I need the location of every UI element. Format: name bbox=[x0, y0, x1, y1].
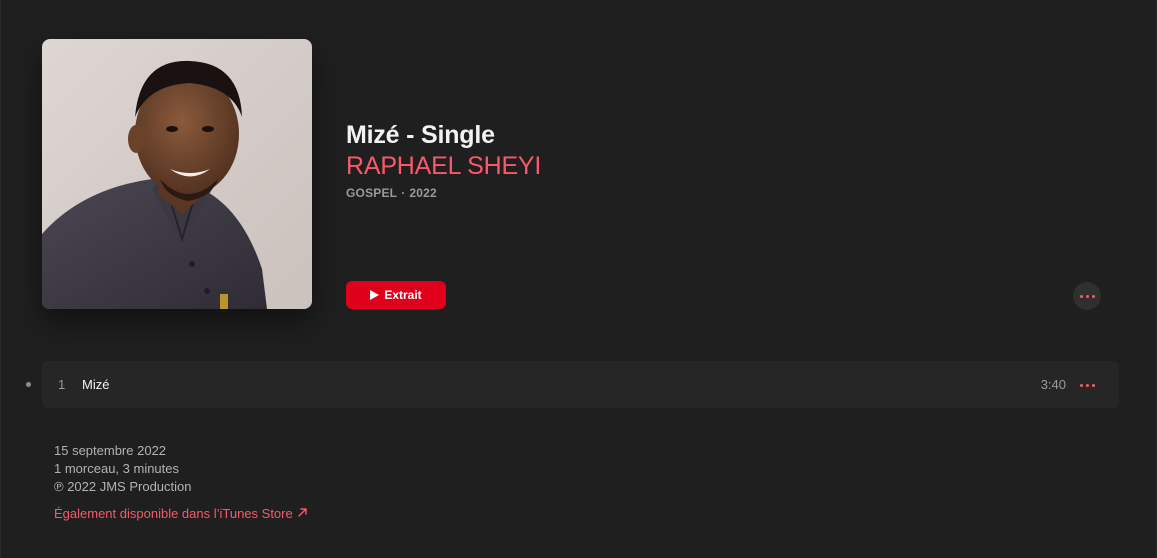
album-title: Mizé - Single bbox=[346, 121, 495, 149]
track-summary: 1 morceau, 3 minutes bbox=[54, 461, 180, 476]
play-icon bbox=[370, 290, 380, 300]
album-page: Mizé - Single RAPHAEL SHEYI GOSPEL · 2022 … bbox=[0, 0, 1157, 558]
artist-link[interactable]: RAPHAEL SHEYI bbox=[346, 152, 541, 181]
album-artwork[interactable] bbox=[42, 39, 312, 309]
release-date: 15 septembre 2022 bbox=[54, 443, 167, 458]
track-title[interactable]: Mizé bbox=[82, 377, 109, 392]
track-duration: 3:40 bbox=[1040, 377, 1066, 392]
year-label: 2022 bbox=[409, 186, 437, 200]
meta-separator: · bbox=[401, 186, 406, 200]
more-options-icon bbox=[1079, 294, 1095, 298]
copyright: ℗ 2022 JMS Production bbox=[54, 479, 192, 494]
itunes-store-link[interactable]: Également disponible dans l’iTunes Store bbox=[54, 506, 308, 521]
artist-portrait-artwork bbox=[42, 39, 312, 309]
preview-button-label: Extrait bbox=[384, 288, 422, 302]
now-playing-indicator bbox=[26, 382, 31, 387]
album-more-button[interactable] bbox=[1073, 282, 1101, 310]
track-number: 1 bbox=[58, 377, 66, 392]
itunes-link-label: Également disponible dans l’iTunes Store bbox=[54, 506, 293, 521]
preview-button[interactable]: Extrait bbox=[346, 281, 446, 309]
external-arrow-icon bbox=[297, 506, 308, 521]
album-meta: GOSPEL · 2022 bbox=[346, 186, 437, 200]
album-details: 15 septembre 2022 1 morceau, 3 minutes ℗… bbox=[54, 442, 191, 496]
track-more-button[interactable] bbox=[1079, 377, 1095, 393]
window-left-border bbox=[0, 0, 1, 558]
table-row[interactable]: 1 Mizé 3:40 bbox=[42, 361, 1119, 408]
more-options-icon bbox=[1079, 383, 1095, 387]
genre-label: GOSPEL bbox=[346, 186, 398, 200]
